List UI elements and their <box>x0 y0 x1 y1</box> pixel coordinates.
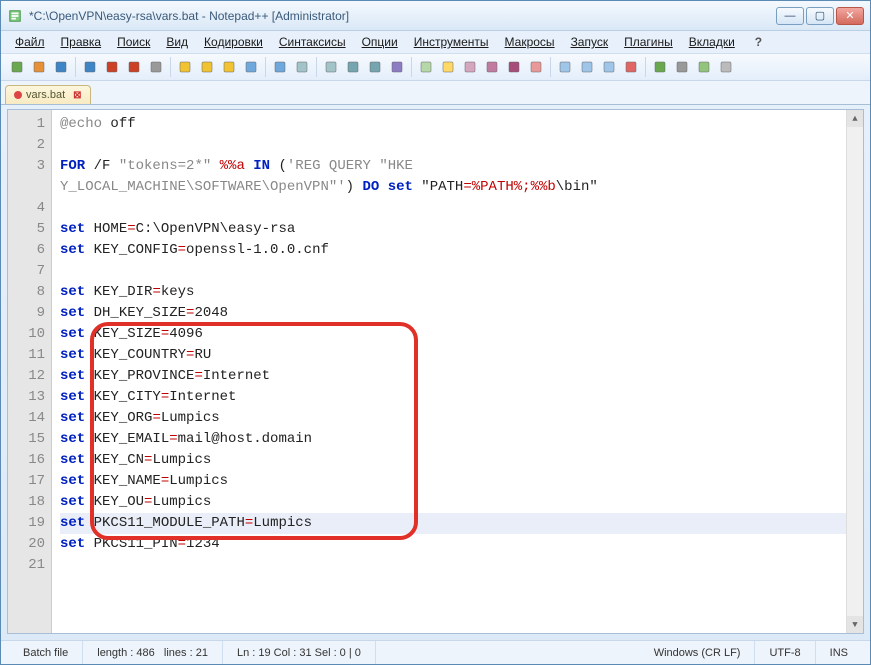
code-line[interactable]: set PKCS11_PIN=1234 <box>60 534 859 555</box>
copy-button[interactable] <box>197 57 217 77</box>
menu-help[interactable]: ? <box>749 33 768 51</box>
code-line[interactable]: set KEY_ORG=Lumpics <box>60 408 859 429</box>
open-button[interactable] <box>29 57 49 77</box>
paste-button[interactable] <box>219 57 239 77</box>
code-line[interactable] <box>60 198 859 219</box>
undo-button[interactable] <box>241 57 261 77</box>
lang-button[interactable] <box>482 57 502 77</box>
close-all-button[interactable] <box>124 57 144 77</box>
menu-edit[interactable]: Правка <box>55 33 108 51</box>
save-all-button[interactable] <box>80 57 100 77</box>
code-line[interactable]: set KEY_NAME=Lumpics <box>60 471 859 492</box>
menu-file[interactable]: Файл <box>9 33 51 51</box>
scroll-down-icon[interactable]: ▼ <box>847 616 863 633</box>
minimize-button[interactable]: — <box>776 7 804 25</box>
redo-button[interactable] <box>270 57 290 77</box>
code-line[interactable]: set KEY_DIR=keys <box>60 282 859 303</box>
code-area[interactable]: @echo off FOR /F "tokens=2*" %%a IN ('RE… <box>52 110 863 633</box>
code-line[interactable]: set KEY_CITY=Internet <box>60 387 859 408</box>
code-line[interactable] <box>60 261 859 282</box>
menu-window[interactable]: Вкладки <box>683 33 741 51</box>
code-line[interactable]: set HOME=C:\OpenVPN\easy-rsa <box>60 219 859 240</box>
scroll-up-icon[interactable]: ▲ <box>847 110 863 127</box>
menu-language[interactable]: Синтаксисы <box>273 33 352 51</box>
code-line[interactable]: set DH_KEY_SIZE=2048 <box>60 303 859 324</box>
find-button[interactable] <box>292 57 312 77</box>
stop-button[interactable] <box>672 57 692 77</box>
fn-button[interactable] <box>526 57 546 77</box>
menu-search[interactable]: Поиск <box>111 33 156 51</box>
zoom-out-button[interactable] <box>365 57 385 77</box>
window-title: *C:\OpenVPN\easy-rsa\vars.bat - Notepad+… <box>29 9 776 23</box>
code-line[interactable]: Y_LOCAL_MACHINE\SOFTWARE\OpenVPN"') DO s… <box>60 177 859 198</box>
menu-view[interactable]: Вид <box>160 33 194 51</box>
code-line[interactable]: set PKCS11_MODULE_PATH=Lumpics <box>60 513 859 534</box>
compare-button[interactable] <box>599 57 619 77</box>
menu-plugins[interactable]: Плагины <box>618 33 679 51</box>
code-line[interactable] <box>60 135 859 156</box>
macro-button[interactable] <box>694 57 714 77</box>
unsaved-dot-icon <box>14 91 22 99</box>
maximize-button[interactable]: ▢ <box>806 7 834 25</box>
menu-settings[interactable]: Опции <box>356 33 404 51</box>
code-line[interactable]: set KEY_PROVINCE=Internet <box>60 366 859 387</box>
status-insert-mode: INS <box>816 641 862 664</box>
statusbar: Batch file length : 486 lines : 21 Ln : … <box>1 640 870 664</box>
app-icon <box>7 8 23 24</box>
toolbar <box>1 53 870 81</box>
menu-run[interactable]: Запуск <box>565 33 615 51</box>
code-line[interactable]: set KEY_COUNTRY=RU <box>60 345 859 366</box>
indent-button[interactable] <box>460 57 480 77</box>
folder-button[interactable] <box>504 57 524 77</box>
ws-button[interactable] <box>438 57 458 77</box>
editor: 123456789101112131415161718192021 @echo … <box>7 109 864 634</box>
tab-label: vars.bat <box>26 89 65 101</box>
rec-button[interactable] <box>621 57 641 77</box>
tabbar: vars.bat ⊠ <box>1 81 870 105</box>
line-number-gutter: 123456789101112131415161718192021 <box>8 110 52 633</box>
doc1-button[interactable] <box>555 57 575 77</box>
menu-button[interactable] <box>716 57 736 77</box>
status-encoding: UTF-8 <box>755 641 815 664</box>
vertical-scrollbar[interactable]: ▲ ▼ <box>846 110 863 633</box>
play-button[interactable] <box>650 57 670 77</box>
tab-close-icon[interactable]: ⊠ <box>73 90 81 101</box>
zoom-in-button[interactable] <box>343 57 363 77</box>
status-position: Ln : 19 Col : 31 Sel : 0 | 0 <box>223 641 376 664</box>
code-line[interactable]: set KEY_CONFIG=openssl-1.0.0.cnf <box>60 240 859 261</box>
save-button[interactable] <box>51 57 71 77</box>
new-button[interactable] <box>7 57 27 77</box>
doc2-button[interactable] <box>577 57 597 77</box>
window-buttons: — ▢ ✕ <box>776 7 864 25</box>
status-language: Batch file <box>9 641 83 664</box>
status-eol: Windows (CR LF) <box>640 641 756 664</box>
cut-button[interactable] <box>175 57 195 77</box>
code-line[interactable] <box>60 555 859 576</box>
close-button[interactable] <box>102 57 122 77</box>
print-button[interactable] <box>146 57 166 77</box>
close-button[interactable]: ✕ <box>836 7 864 25</box>
code-line[interactable]: FOR /F "tokens=2*" %%a IN ('REG QUERY "H… <box>60 156 859 177</box>
menu-tools[interactable]: Инструменты <box>408 33 495 51</box>
menu-encoding[interactable]: Кодировки <box>198 33 269 51</box>
replace-button[interactable] <box>321 57 341 77</box>
code-line[interactable]: set KEY_OU=Lumpics <box>60 492 859 513</box>
app-window: *C:\OpenVPN\easy-rsa\vars.bat - Notepad+… <box>0 0 871 665</box>
code-line[interactable]: @echo off <box>60 114 859 135</box>
code-line[interactable]: set KEY_EMAIL=mail@host.domain <box>60 429 859 450</box>
menubar: Файл Правка Поиск Вид Кодировки Синтакси… <box>1 31 870 53</box>
titlebar[interactable]: *C:\OpenVPN\easy-rsa\vars.bat - Notepad+… <box>1 1 870 31</box>
code-line[interactable]: set KEY_CN=Lumpics <box>60 450 859 471</box>
sync-button[interactable] <box>387 57 407 77</box>
status-length: length : 486 lines : 21 <box>83 641 223 664</box>
code-line[interactable]: set KEY_SIZE=4096 <box>60 324 859 345</box>
tab-vars-bat[interactable]: vars.bat ⊠ <box>5 85 91 104</box>
wrap-button[interactable] <box>416 57 436 77</box>
menu-macro[interactable]: Макросы <box>499 33 561 51</box>
